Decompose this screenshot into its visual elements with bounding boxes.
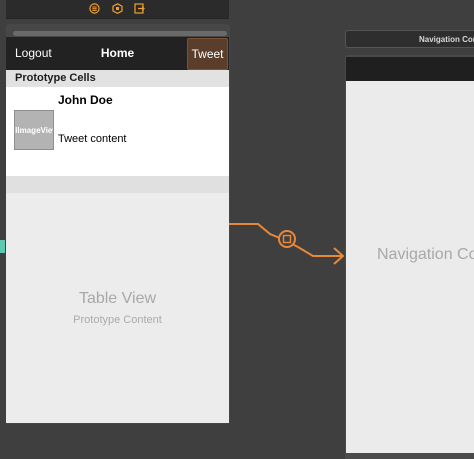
navigation-controller-scene-label[interactable]: Navigation Controller Scene: [345, 30, 474, 48]
navigation-controller-title: Navigation Controller: [377, 246, 474, 263]
navigation-controller-clip: Navigation Controller: [346, 81, 474, 453]
navigation-controller-scene-text: Navigation Controller Scene: [419, 35, 474, 44]
navigation-controller-bar: [346, 57, 474, 81]
segue-node-icon: [278, 230, 296, 248]
